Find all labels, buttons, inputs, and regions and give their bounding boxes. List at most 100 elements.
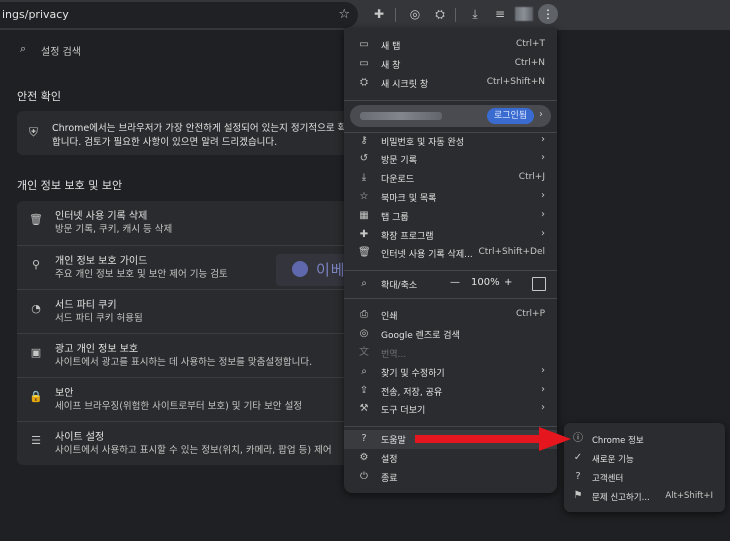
lens-icon[interactable]: ◎ xyxy=(407,6,423,22)
settings-row[interactable]: ◔ 서드 파티 쿠키 서드 파티 쿠키 허용됨 xyxy=(17,289,352,334)
settings-row[interactable]: 🔒 보안 세이프 브라우징(위험한 사이트로부터 보호) 및 기타 보안 설정 xyxy=(17,377,352,422)
menu-item[interactable]: ▭ 새 창 Ctrl+N xyxy=(344,55,557,74)
profile-row[interactable]: 로그인됨 › xyxy=(350,105,551,127)
chevron-right-icon: › xyxy=(541,134,545,145)
settings-row-desc: 사이트에서 사용하고 표시할 수 있는 정보(위치, 카메라, 팝업 등) 제어 xyxy=(55,445,332,456)
ad-privacy-icon: ▣ xyxy=(30,346,42,359)
zoom-in-button[interactable]: + xyxy=(504,277,512,288)
exit-icon: ⏻ xyxy=(360,471,368,482)
menu-item[interactable]: ☆ 북마크 및 목록 › xyxy=(344,188,557,207)
menu-item[interactable]: ⏻ 종료 xyxy=(344,468,557,487)
star-icon[interactable]: ☆ xyxy=(338,7,350,22)
menu-item-label: Google 렌즈로 검색 xyxy=(381,331,460,341)
menu-item-label: 인터넷 사용 기록 삭제... xyxy=(381,250,473,260)
menu-item[interactable]: ✚ 확장 프로그램 › xyxy=(344,226,557,245)
menu-item[interactable]: ⎙ 인쇄 Ctrl+P xyxy=(344,306,557,325)
safety-check-title: 안전 확인 xyxy=(17,90,61,103)
safety-text-line1: Chrome에서는 브라우저가 가장 안전하게 설정되어 있는지 정기적으로 확… xyxy=(52,123,356,134)
submenu-item[interactable]: ✓ 새로운 기능 xyxy=(564,449,725,468)
menu-item[interactable]: ⚙ 설정 xyxy=(344,449,557,468)
download-icon: ⤓ xyxy=(361,172,367,183)
menu-item-label: 비밀번호 및 자동 완성 xyxy=(381,138,465,148)
submenu-item-label: 문제 신고하기... xyxy=(592,493,650,503)
settings-row-title: 서드 파티 쿠키 xyxy=(55,300,117,311)
safety-check-card[interactable]: ⛨ Chrome에서는 브라우저가 가장 안전하게 설정되어 있는지 정기적으로… xyxy=(17,111,356,155)
toolbar-divider xyxy=(455,8,456,22)
menu-item[interactable]: ▭ 새 탭 Ctrl+T xyxy=(344,36,557,55)
settings-row-title: 광고 개인 정보 보호 xyxy=(55,344,139,355)
menu-item[interactable]: 🗑 인터넷 사용 기록 삭제... Ctrl+Shift+Del xyxy=(344,244,557,263)
address-bar[interactable]: ings/privacy ☆ xyxy=(0,2,358,28)
menu-item-label: 북마크 및 목록 xyxy=(381,194,437,204)
extension-icon[interactable]: ✚ xyxy=(371,6,387,22)
avatar[interactable] xyxy=(515,7,533,21)
chevron-right-icon: › xyxy=(541,365,545,376)
zoom-out-button[interactable]: — xyxy=(450,277,460,288)
menu-divider xyxy=(344,270,557,271)
menu-item[interactable]: ▦ 탭 그룹 › xyxy=(344,207,557,226)
settings-row[interactable]: ☰ 사이트 설정 사이트에서 사용하고 표시할 수 있는 정보(위치, 카메라, 팝… xyxy=(17,421,352,466)
settings-row-title: 인터넷 사용 기록 삭제 xyxy=(55,211,148,222)
submenu-item[interactable]: ⚑ 문제 신고하기... Alt+Shift+I xyxy=(564,487,725,506)
submenu-item-label: 고객센터 xyxy=(592,474,624,484)
privacy-card: 🗑 인터넷 사용 기록 삭제 방문 기록, 쿠키, 캐시 등 삭제 ⚲ 개인 정보 보호… xyxy=(17,201,352,465)
incognito-icon[interactable]: ⛭ xyxy=(432,6,448,22)
find-edit-icon: ⌕ xyxy=(361,366,367,377)
settings-row-desc: 세이프 브라우징(위험한 사이트로부터 보호) 및 기타 보안 설정 xyxy=(55,401,303,412)
menu-item-label: 새 창 xyxy=(381,61,401,71)
new-tab-icon: ▭ xyxy=(359,39,369,50)
menu-item-shortcut: Ctrl+P xyxy=(516,309,545,319)
menu-item-label: 새 탭 xyxy=(381,42,401,52)
submenu-item-shortcut: Alt+Shift+I xyxy=(665,491,713,501)
settings-row-title: 개인 정보 보호 가이드 xyxy=(55,256,148,267)
menu-item[interactable]: ⚒ 도구 더보기 › xyxy=(344,400,557,419)
browser-toolbar: ings/privacy ☆ ✚ ◎ ⛭ ⤓ ≡ ⋮ xyxy=(0,0,730,30)
chevron-right-icon: › xyxy=(539,109,543,120)
share-icon: ⇪ xyxy=(359,385,369,396)
chevron-right-icon: › xyxy=(541,228,545,239)
download-icon[interactable]: ⤓ xyxy=(467,6,483,22)
zoom-icon: ⌕ xyxy=(361,278,367,289)
submenu-item-label: Chrome 정보 xyxy=(592,436,644,446)
submenu-item[interactable]: ⓘ Chrome 정보 xyxy=(564,430,725,449)
cookie-icon: ◔ xyxy=(31,302,41,315)
search-input[interactable]: 설정 검색 xyxy=(41,43,81,58)
submenu-item-label: 새로운 기능 xyxy=(592,455,634,465)
menu-item[interactable]: 文 번역... xyxy=(344,344,557,363)
menu-item[interactable]: ⛭ 새 시크릿 창 Ctrl+Shift+N xyxy=(344,74,557,93)
menu-icon[interactable]: ⋮ xyxy=(538,4,558,24)
url-text: ings/privacy xyxy=(2,8,69,21)
submenu-item[interactable]: ? 고객센터 xyxy=(564,468,725,487)
menu-item-label: 설정 xyxy=(381,455,398,465)
bookmark-icon: ☆ xyxy=(359,191,369,202)
menu-item[interactable]: ◎ Google 렌즈로 검색 xyxy=(344,325,557,344)
menu-item[interactable]: ↺ 방문 기록 › xyxy=(344,150,557,169)
settings-row[interactable]: ▣ 광고 개인 정보 보호 사이트에서 광고를 표시하는 데 사용하는 정보를 맞춤… xyxy=(17,333,352,378)
settings-search[interactable]: ⌕ 설정 검색 xyxy=(6,36,346,62)
menu-item[interactable]: ⌕ 찾기 및 수정하기 › xyxy=(344,363,557,382)
reading-list-icon[interactable]: ≡ xyxy=(492,6,508,22)
menu-item[interactable]: ⇪ 전송, 저장, 공유 › xyxy=(344,382,557,401)
trash-icon: 🗑 xyxy=(29,213,43,226)
menu-item-shortcut: Ctrl+Shift+N xyxy=(486,77,545,87)
menu-item[interactable]: ⤓ 다운로드 Ctrl+J xyxy=(344,169,557,188)
settings-row-title: 보안 xyxy=(55,388,74,399)
whats-new-icon: ✓ xyxy=(573,452,583,463)
profile-name-blurred xyxy=(360,112,442,120)
settings-row-title: 사이트 설정 xyxy=(55,432,105,443)
chevron-right-icon: › xyxy=(541,384,545,395)
history-icon: ↺ xyxy=(359,153,369,164)
menu-item-shortcut: Ctrl+T xyxy=(515,39,545,49)
menu-item-label: 도구 더보기 xyxy=(381,406,426,416)
new-window-icon: ▭ xyxy=(359,58,369,69)
settings-row[interactable]: 🗑 인터넷 사용 기록 삭제방문 기록, 쿠키, 캐시 등 삭제 xyxy=(17,201,352,245)
menu-item-shortcut: Ctrl+J xyxy=(518,172,545,182)
menu-divider xyxy=(344,100,557,101)
menu-item[interactable]: ⚷ 비밀번호 및 자동 완성 › xyxy=(344,132,557,151)
fullscreen-icon[interactable] xyxy=(532,277,546,291)
settings-row-desc: 방문 기록, 쿠키, 캐시 등 삭제 xyxy=(55,224,173,235)
info-icon: ⓘ xyxy=(573,433,583,444)
zoom-value: 100% xyxy=(471,277,500,288)
menu-item-shortcut: Ctrl+N xyxy=(514,58,545,68)
watermark-logo-icon xyxy=(292,261,308,277)
